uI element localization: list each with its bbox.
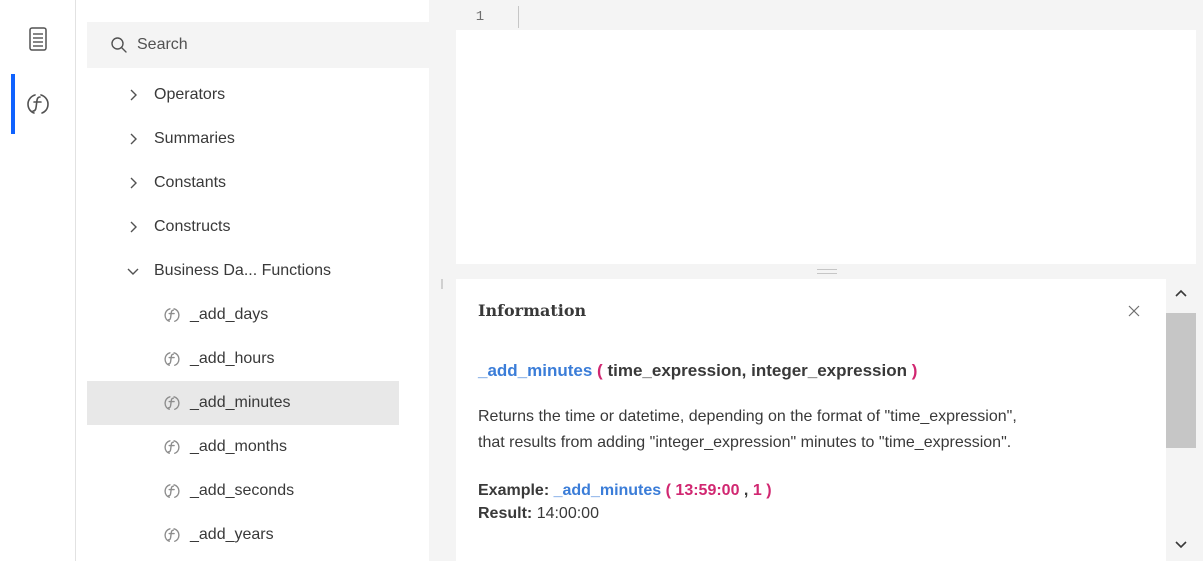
tree-item-label: _add_years — [190, 526, 274, 543]
editor-current-line — [456, 0, 1198, 30]
horizontal-splitter[interactable] — [456, 264, 1198, 279]
tree-item-add-days[interactable]: _add_days — [87, 293, 399, 337]
function-name: _add_minutes — [478, 361, 593, 380]
tree-group-label: Constructs — [154, 218, 231, 235]
tree-group-business-date-functions[interactable]: Business Da... Functions — [87, 249, 399, 293]
chevron-right-icon — [125, 219, 141, 235]
tree-group-constructs[interactable]: Constructs — [87, 205, 399, 249]
close-icon — [1128, 305, 1140, 317]
function-icon — [163, 438, 181, 456]
result-value: 14:00:00 — [536, 505, 599, 522]
function-icon — [27, 94, 49, 114]
function-icon — [163, 394, 181, 412]
chevron-down-icon — [125, 263, 141, 279]
search-input[interactable] — [137, 36, 387, 54]
parameter: integer_expression — [751, 361, 907, 380]
close-paren: ) — [766, 482, 772, 499]
function-result: Result: 14:00:00 — [478, 505, 599, 523]
expression-tree-panel: Operators Summaries Constants Constructs… — [87, 0, 515, 561]
parameter: time_expression, — [607, 361, 747, 380]
scroll-up-icon[interactable] — [1174, 285, 1188, 303]
function-icon — [163, 350, 181, 368]
functions-button[interactable] — [0, 74, 76, 134]
information-title: Information — [478, 301, 587, 320]
tree-item-add-months[interactable]: _add_months — [87, 425, 399, 469]
function-icon — [163, 526, 181, 544]
editor-line: 1 — [456, 4, 519, 30]
expression-editor[interactable]: 1 — [456, 0, 1198, 264]
scrollbar-thumb[interactable] — [1166, 313, 1196, 448]
tree-item-add-seconds[interactable]: _add_seconds — [87, 469, 399, 513]
tree-list: Operators Summaries Constants Constructs… — [87, 73, 399, 561]
information-panel: Information _add_minutes ( time_expressi… — [456, 279, 1166, 561]
tree-group-operators[interactable]: Operators — [87, 73, 399, 117]
argument-separator: , — [743, 482, 749, 499]
function-icon — [163, 482, 181, 500]
vertical-splitter[interactable] — [429, 0, 456, 561]
tree-item-label: _add_seconds — [190, 482, 295, 499]
close-button[interactable] — [1124, 301, 1144, 321]
close-paren: ) — [911, 361, 918, 380]
tree-group-summaries[interactable]: Summaries — [87, 117, 399, 161]
icon-rail — [0, 0, 76, 561]
function-example: Example: _add_minutes ( 13:59:00 , 1 ) — [478, 482, 772, 500]
tree-item-add-minutes[interactable]: _add_minutes — [87, 381, 399, 425]
tree-item-label: _add_minutes — [190, 394, 291, 411]
function-icon — [163, 306, 181, 324]
example-function-name: _add_minutes — [553, 482, 662, 499]
information-scrollbar[interactable] — [1166, 279, 1196, 561]
example-label: Example: — [478, 482, 550, 499]
search-icon — [111, 37, 127, 53]
example-argument: 13:59:00 — [675, 482, 740, 499]
tree-group-label: Constants — [154, 174, 227, 191]
chevron-right-icon — [125, 87, 141, 103]
chevron-right-icon — [125, 175, 141, 191]
line-number: 1 — [475, 9, 485, 25]
search-box[interactable] — [87, 22, 429, 68]
tree-item-label: _add_days — [190, 306, 269, 323]
tree-group-label: Operators — [154, 86, 226, 103]
tree-item-label: _add_months — [190, 438, 287, 455]
tree-group-constants[interactable]: Constants — [87, 161, 399, 205]
tree-group-label: Summaries — [154, 130, 235, 147]
splitter-grip — [817, 269, 837, 274]
example-argument: 1 — [752, 482, 762, 499]
description-line: Returns the time or datetime, depending … — [478, 408, 1017, 425]
tree-item-add-years[interactable]: _add_years — [87, 513, 399, 557]
splitter-grip — [441, 279, 443, 289]
function-signature: _add_minutes ( time_expression, integer_… — [478, 361, 917, 381]
tree-item-add-hours[interactable]: _add_hours — [87, 337, 399, 381]
tree-item-label: _add_hours — [190, 350, 275, 367]
window-edge — [1196, 0, 1203, 561]
data-list-button[interactable] — [0, 9, 76, 69]
open-paren: ( — [665, 482, 671, 499]
gutter-divider — [518, 6, 519, 28]
open-paren: ( — [597, 361, 603, 380]
function-description: Returns the time or datetime, depending … — [478, 404, 1158, 456]
data-list-icon — [29, 27, 47, 51]
result-label: Result: — [478, 505, 533, 522]
tree-group-label: Business Da... Functions — [154, 262, 331, 279]
chevron-right-icon — [125, 131, 141, 147]
description-line: that results from adding "integer_expres… — [478, 434, 1012, 451]
scroll-down-icon[interactable] — [1174, 537, 1188, 555]
